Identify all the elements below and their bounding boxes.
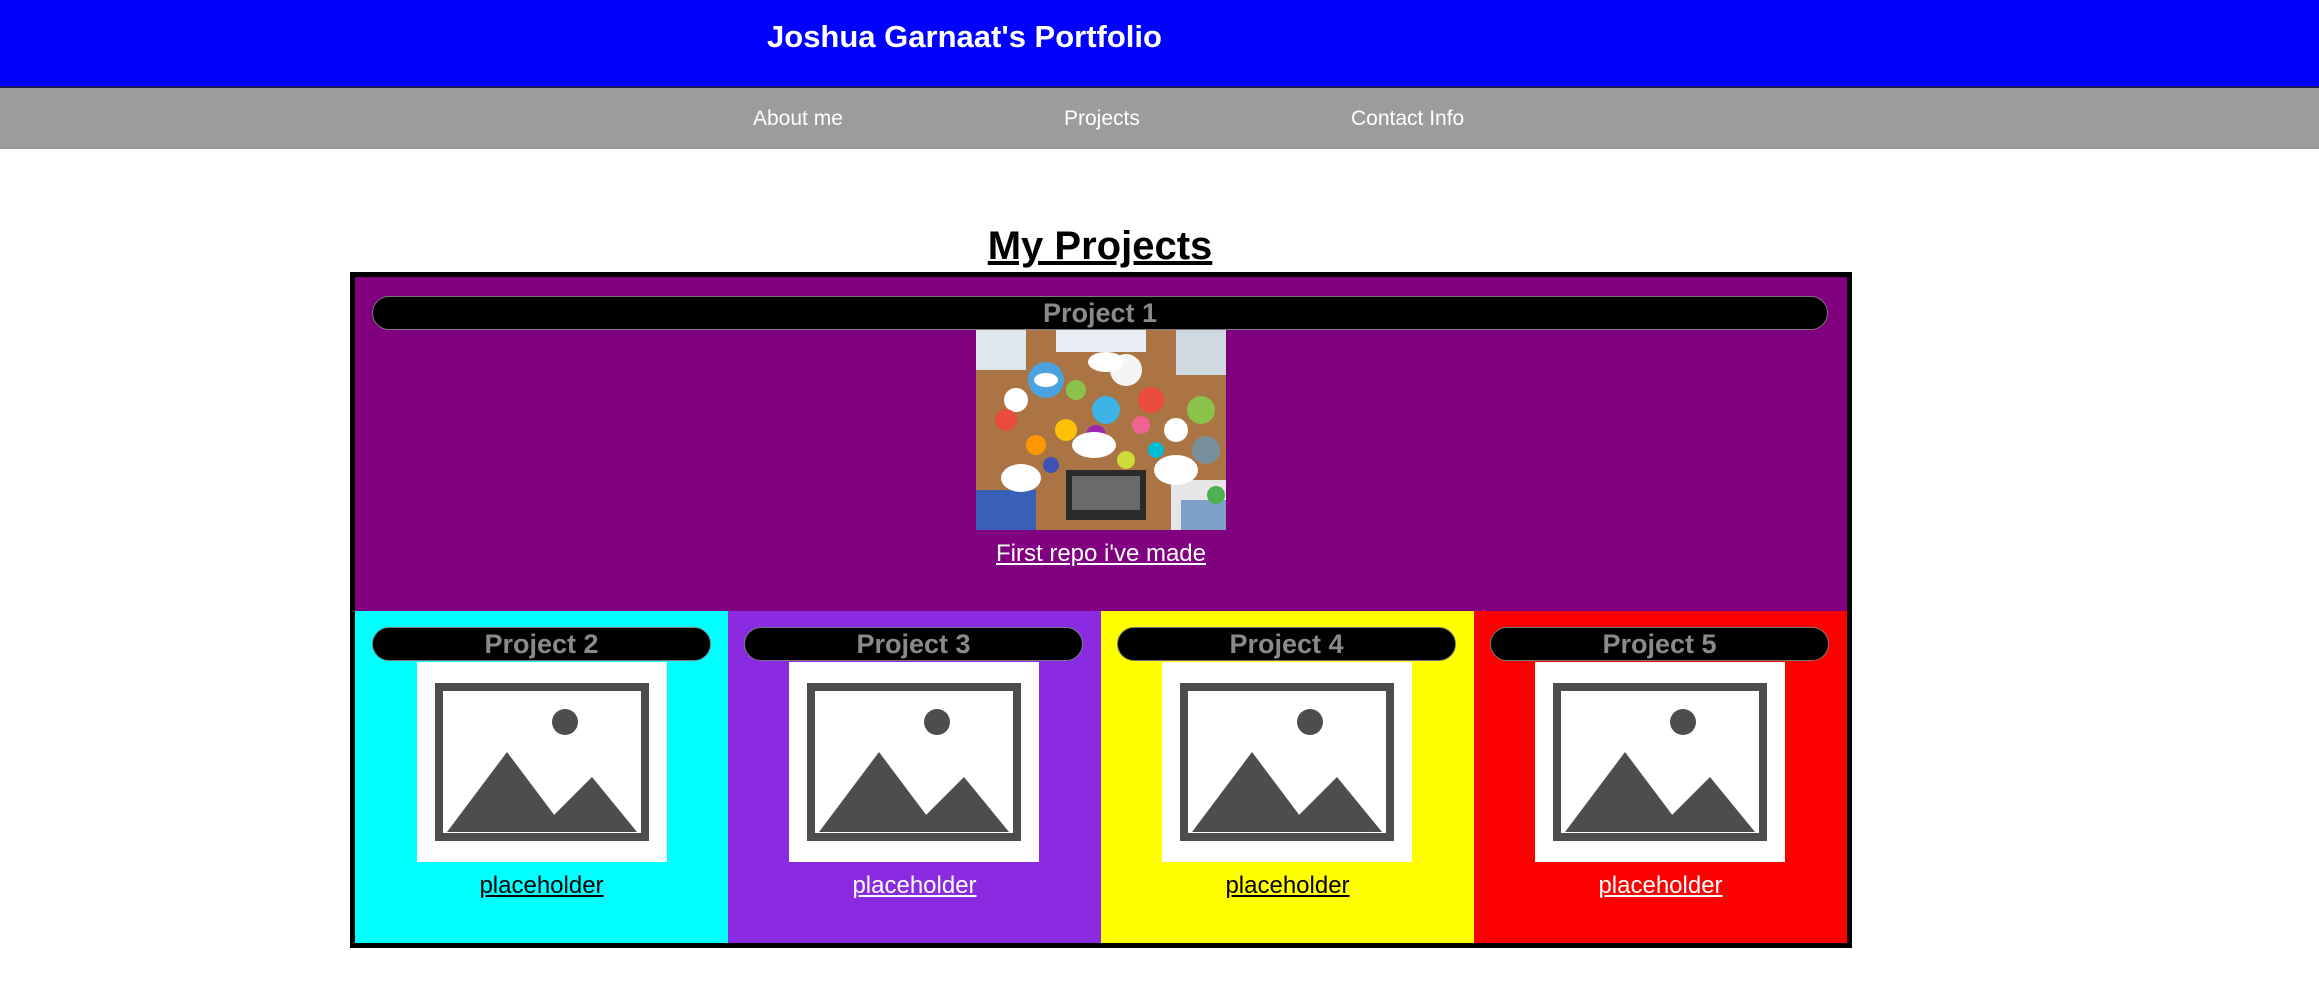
nav-bar: About me Projects Contact Info (0, 88, 2319, 149)
projects-container: Project 1 First repo i've made Project 2… (350, 272, 1852, 948)
nav-about-me[interactable]: About me (753, 88, 843, 149)
nav-projects[interactable]: Projects (1064, 88, 1140, 149)
nav-contact-info[interactable]: Contact Info (1351, 88, 1464, 149)
project-link[interactable]: placeholder (355, 872, 728, 900)
project-card-featured: Project 1 First repo i've made (355, 277, 1847, 611)
project-title-pill: Project 5 (1490, 627, 1829, 661)
project-title-pill: Project 2 (372, 627, 711, 661)
image-placeholder-icon (1553, 683, 1767, 841)
project-link[interactable]: placeholder (1474, 872, 1847, 900)
project-card: Project 3 placeholder (728, 611, 1101, 943)
site-header: Joshua Garnaat's Portfolio (0, 0, 2319, 88)
project-link[interactable]: placeholder (728, 872, 1101, 900)
featured-project-link[interactable]: First repo i've made (355, 540, 1847, 568)
project-title-pill: Project 1 (372, 296, 1828, 330)
image-placeholder-icon (807, 683, 1021, 841)
project-link[interactable]: placeholder (1101, 872, 1474, 900)
project-title-pill: Project 4 (1117, 627, 1456, 661)
project-image (1535, 662, 1785, 862)
photo-people-social-media-icon (976, 330, 1226, 530)
project-image (1162, 662, 1412, 862)
project-card: Project 4 placeholder (1101, 611, 1474, 943)
projects-heading: My Projects (987, 224, 1213, 268)
project-image (417, 662, 667, 862)
project-image (789, 662, 1039, 862)
image-placeholder-icon (435, 683, 649, 841)
project-title-pill: Project 3 (744, 627, 1083, 661)
image-placeholder-icon (1180, 683, 1394, 841)
site-title: Joshua Garnaat's Portfolio (767, 19, 1162, 54)
project-image (976, 330, 1226, 530)
project-card: Project 5 placeholder (1474, 611, 1847, 943)
project-card: Project 2 placeholder (355, 611, 728, 943)
